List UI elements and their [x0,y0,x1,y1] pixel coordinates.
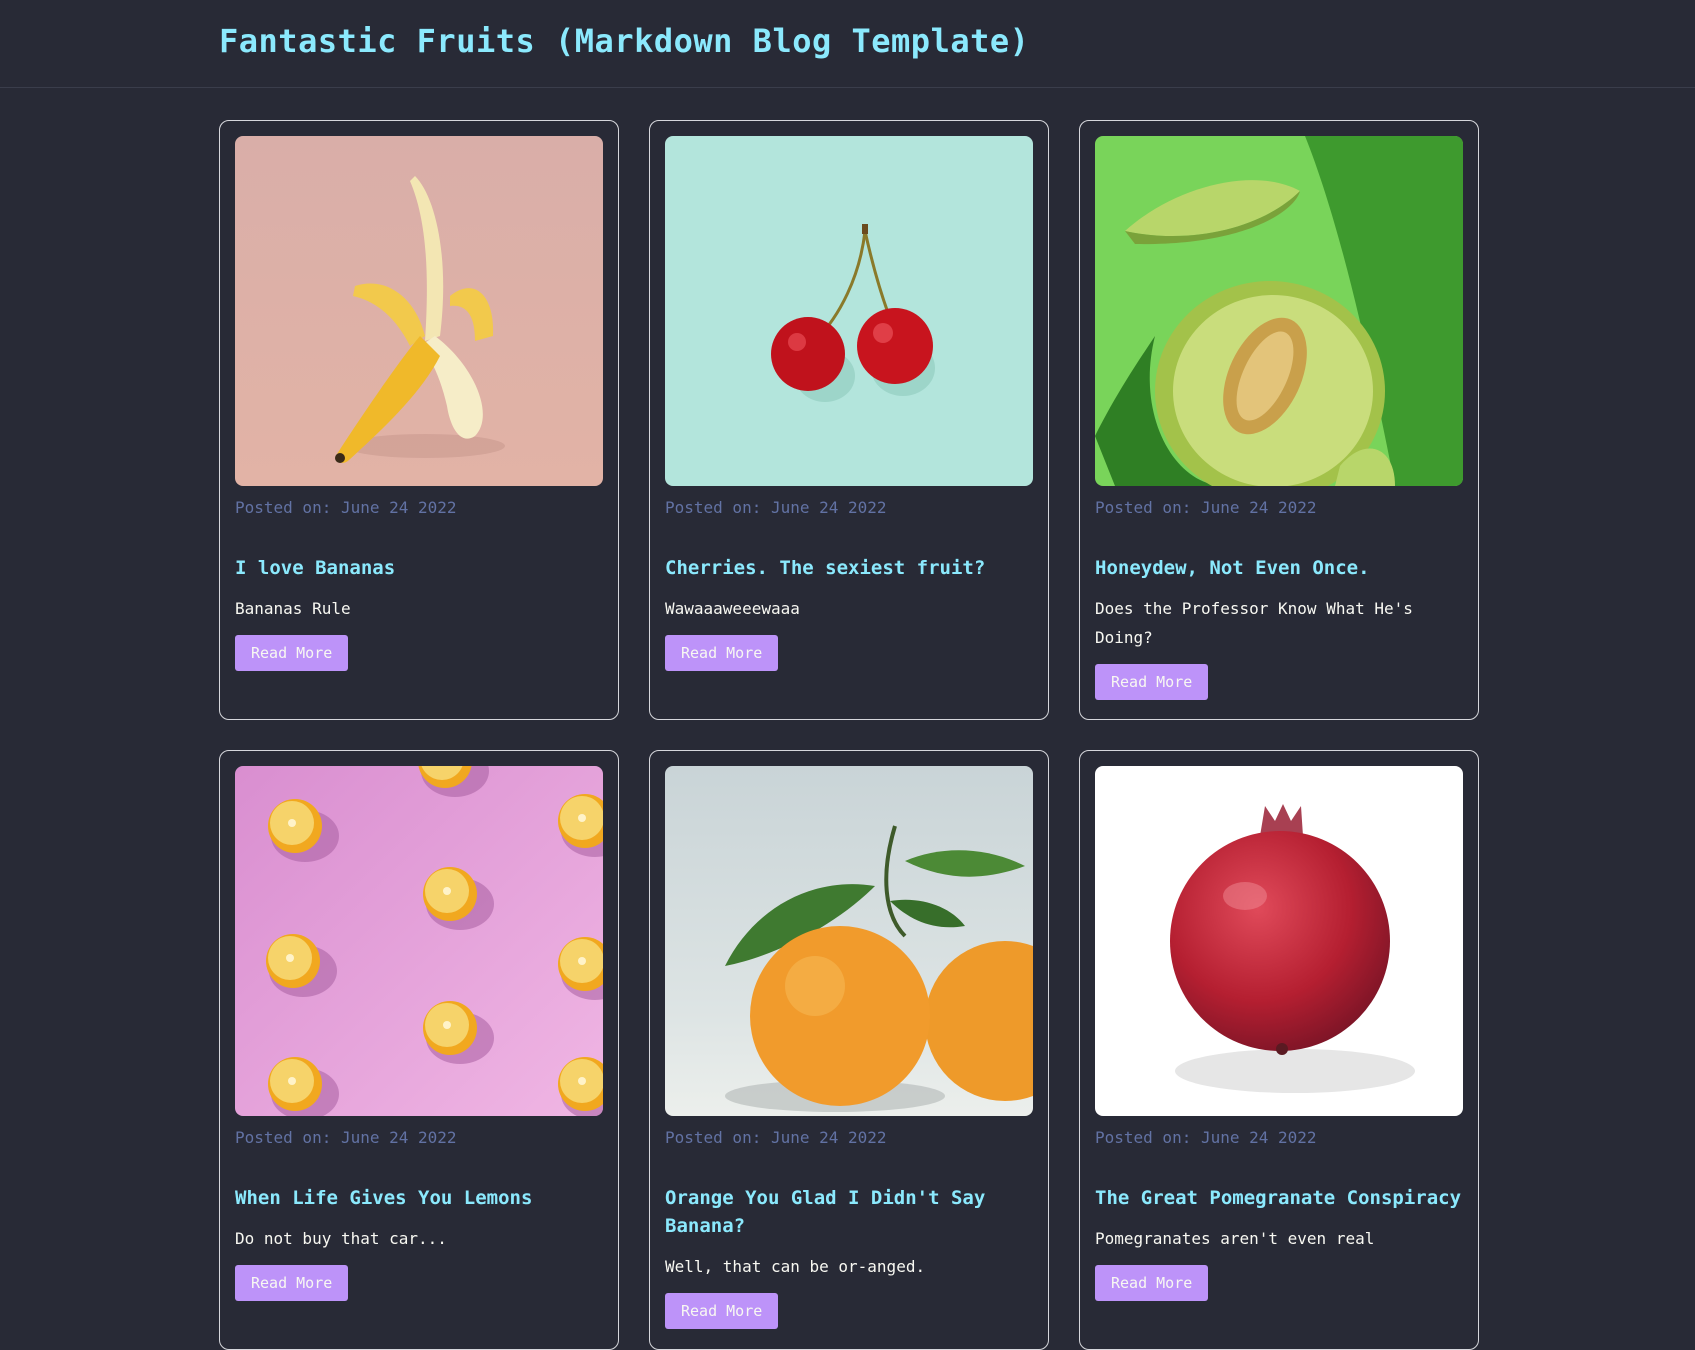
read-more-button[interactable]: Read More [665,635,779,671]
read-more-button[interactable]: Read More [1095,664,1209,700]
read-more-button[interactable]: Read More [665,1293,779,1329]
site-title[interactable]: Fantastic Fruits (Markdown Blog Template… [219,22,1029,60]
melon-image[interactable] [1095,136,1463,486]
post-description: Wawaaaweeewaaa [665,599,800,618]
read-more-button[interactable]: Read More [235,635,349,671]
post-card: Posted on: June 24 2022 The Great Pomegr… [1079,750,1479,1350]
post-date: Posted on: June 24 2022 [1095,1128,1317,1147]
post-grid: Posted on: June 24 2022 I love Bananas B… [219,120,1479,1350]
post-title[interactable]: Honeydew, Not Even Once. [1095,554,1463,582]
read-more-button[interactable]: Read More [1095,1265,1209,1301]
post-title[interactable]: Cherries. The sexiest fruit? [665,554,1033,582]
oranges-image[interactable] [665,766,1033,1116]
read-more-button[interactable]: Read More [235,1265,349,1301]
cherries-image[interactable] [665,136,1033,486]
site-header: Fantastic Fruits (Markdown Blog Template… [0,0,1695,88]
banana-image[interactable] [235,136,603,486]
pomegranate-image[interactable] [1095,766,1463,1116]
post-card: Posted on: June 24 2022 Orange You Glad … [649,750,1049,1350]
post-title[interactable]: When Life Gives You Lemons [235,1184,603,1212]
post-description: Does the Professor Know What He's Doing? [1095,599,1413,647]
post-title[interactable]: I love Bananas [235,554,603,582]
post-date: Posted on: June 24 2022 [665,1128,887,1147]
post-card: Posted on: June 24 2022 Cherries. The se… [649,120,1049,720]
post-card: Posted on: June 24 2022 Honeydew, Not Ev… [1079,120,1479,720]
post-description: Well, that can be or-anged. [665,1257,926,1276]
post-card: Posted on: June 24 2022 When Life Gives … [219,750,619,1350]
post-date: Posted on: June 24 2022 [665,498,887,517]
post-description: Do not buy that car... [235,1229,447,1248]
post-date: Posted on: June 24 2022 [235,1128,457,1147]
post-title[interactable]: Orange You Glad I Didn't Say Banana? [665,1184,1033,1240]
post-date: Posted on: June 24 2022 [1095,498,1317,517]
post-description: Pomegranates aren't even real [1095,1229,1375,1248]
post-description: Bananas Rule [235,599,351,618]
lemons-image[interactable] [235,766,603,1116]
post-title[interactable]: The Great Pomegranate Conspiracy [1095,1184,1463,1212]
post-date: Posted on: June 24 2022 [235,498,457,517]
post-card: Posted on: June 24 2022 I love Bananas B… [219,120,619,720]
